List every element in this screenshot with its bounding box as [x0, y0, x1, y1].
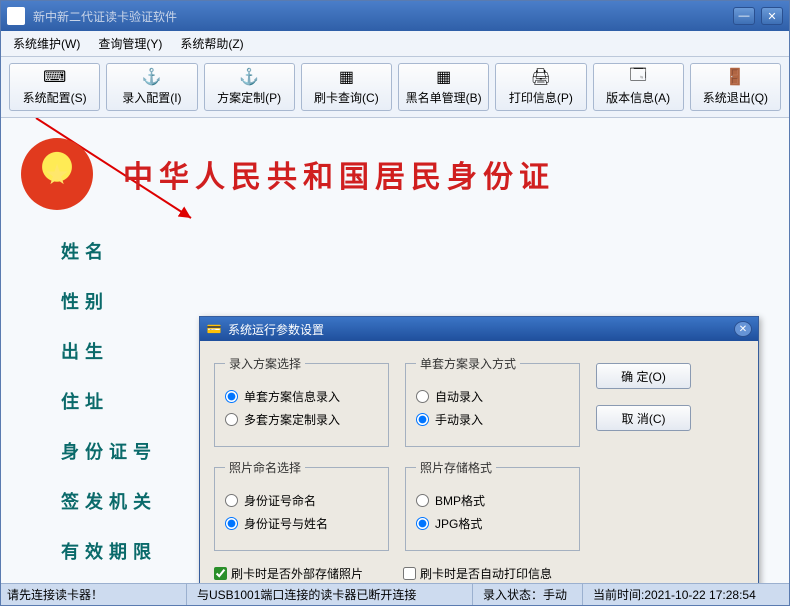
dialog-titlebar: 💳 系统运行参数设置 ✕ [200, 317, 758, 341]
status-device: 与USB1001端口连接的读卡器已断开连接 [187, 584, 473, 605]
toolbar-label: 系统退出(Q) [703, 89, 768, 106]
radio-multi-plan[interactable]: 多套方案定制录入 [225, 411, 378, 428]
status-connect: 请先连接读卡器！ [7, 584, 187, 605]
national-emblem-icon: ★ [21, 138, 93, 210]
grid-icon: ▦ [434, 68, 454, 86]
toolbar-label: 版本信息(A) [606, 89, 670, 106]
dialog-title: 系统运行参数设置 [228, 321, 324, 338]
menu-system[interactable]: 系统维护(W) [13, 35, 80, 52]
toolbar-blacklist[interactable]: ▦ 黑名单管理(B) [398, 63, 489, 111]
label-sex: 性别 [61, 288, 157, 314]
label-address: 住址 [61, 388, 157, 414]
toolbar-label: 打印信息(P) [509, 89, 573, 106]
label-name: 姓名 [61, 238, 157, 264]
status-time: 当前时间:2021-10-22 17:28:54 [583, 584, 783, 605]
toolbar-cardquery[interactable]: ▦ 刷卡查询(C) [301, 63, 392, 111]
dialog-close-button[interactable]: ✕ [734, 321, 752, 337]
toolbar-label: 录入配置(I) [122, 89, 181, 106]
label-birth: 出生 [61, 338, 157, 364]
group-legend: 录入方案选择 [225, 355, 305, 372]
door-icon: 🚪 [725, 68, 745, 86]
id-field-labels: 姓名 性别 出生 住址 身份证号 签发机关 有效期限 [61, 238, 157, 564]
statusbar: 请先连接读卡器！ 与USB1001端口连接的读卡器已断开连接 录入状态：手动 当… [1, 583, 789, 605]
group-input-plan: 录入方案选择 单套方案信息录入 多套方案定制录入 [214, 355, 389, 447]
anchor-icon: ⚓ [239, 68, 259, 86]
radio-bmp[interactable]: BMP格式 [416, 492, 569, 509]
settings-dialog: 💳 系统运行参数设置 ✕ 录入方案选择 单套方案信息录入 多套方案定制录入 单套… [199, 316, 759, 606]
toolbar-print[interactable]: 🖨 打印信息(P) [495, 63, 586, 111]
toolbar-inputconfig[interactable]: ⚓ 录入配置(I) [106, 63, 197, 111]
menu-query[interactable]: 查询管理(Y) [98, 35, 162, 52]
checkbox-auto-print[interactable]: 刷卡时是否自动打印信息 [403, 565, 552, 582]
group-photo-format: 照片存储格式 BMP格式 JPG格式 [405, 459, 580, 551]
menubar: 系统维护(W) 查询管理(Y) 系统帮助(Z) [1, 31, 789, 57]
label-issuer: 签发机关 [61, 488, 157, 514]
label-valid: 有效期限 [61, 538, 157, 564]
radio-idnumber-and-name[interactable]: 身份证号与姓名 [225, 515, 378, 532]
close-button[interactable]: ✕ [761, 7, 783, 25]
window-icon: 🗔 [628, 68, 648, 86]
grid-icon: ▦ [336, 68, 356, 86]
checkbox-save-photo[interactable]: 刷卡时是否外部存储照片 [214, 565, 363, 582]
menu-help[interactable]: 系统帮助(Z) [180, 35, 243, 52]
radio-idnumber-name[interactable]: 身份证号命名 [225, 492, 378, 509]
radio-single-plan[interactable]: 单套方案信息录入 [225, 388, 378, 405]
ok-button[interactable]: 确 定(O) [596, 363, 691, 389]
label-idnumber: 身份证号 [61, 438, 157, 464]
toolbar-label: 方案定制(P) [217, 89, 281, 106]
window-title: 新中新二代证读卡验证软件 [33, 8, 177, 25]
toolbar-label: 系统配置(S) [23, 89, 87, 106]
anchor-icon: ⚓ [142, 68, 162, 86]
window-titlebar: 新中新二代证读卡验证软件 — ✕ [1, 1, 789, 31]
keyboard-icon: ⌨ [45, 68, 65, 86]
radio-manual-input[interactable]: 手动录入 [416, 411, 569, 428]
toolbar-sysconfig[interactable]: ⌨ 系统配置(S) [9, 63, 100, 111]
group-legend: 照片命名选择 [225, 459, 305, 476]
toolbar-label: 黑名单管理(B) [406, 89, 482, 106]
toolbar-exit[interactable]: 🚪 系统退出(Q) [690, 63, 781, 111]
toolbar: ⌨ 系统配置(S) ⚓ 录入配置(I) ⚓ 方案定制(P) ▦ 刷卡查询(C) ▦ 黑名单… [1, 57, 789, 118]
cancel-button[interactable]: 取 消(C) [596, 405, 691, 431]
app-icon [7, 7, 25, 25]
group-legend: 照片存储格式 [416, 459, 496, 476]
minimize-button[interactable]: — [733, 7, 755, 25]
toolbar-plan[interactable]: ⚓ 方案定制(P) [204, 63, 295, 111]
toolbar-label: 刷卡查询(C) [314, 89, 379, 106]
radio-jpg[interactable]: JPG格式 [416, 515, 569, 532]
group-photo-name: 照片命名选择 身份证号命名 身份证号与姓名 [214, 459, 389, 551]
printer-icon: 🖨 [531, 68, 551, 86]
group-legend: 单套方案录入方式 [416, 355, 520, 372]
card-icon: 💳 [206, 321, 222, 337]
toolbar-version[interactable]: 🗔 版本信息(A) [593, 63, 684, 111]
status-inputmode: 录入状态：手动 [473, 584, 583, 605]
group-input-mode: 单套方案录入方式 自动录入 手动录入 [405, 355, 580, 447]
radio-auto-input[interactable]: 自动录入 [416, 388, 569, 405]
banner-title: 中华人民共和国居民身份证 [123, 152, 555, 196]
